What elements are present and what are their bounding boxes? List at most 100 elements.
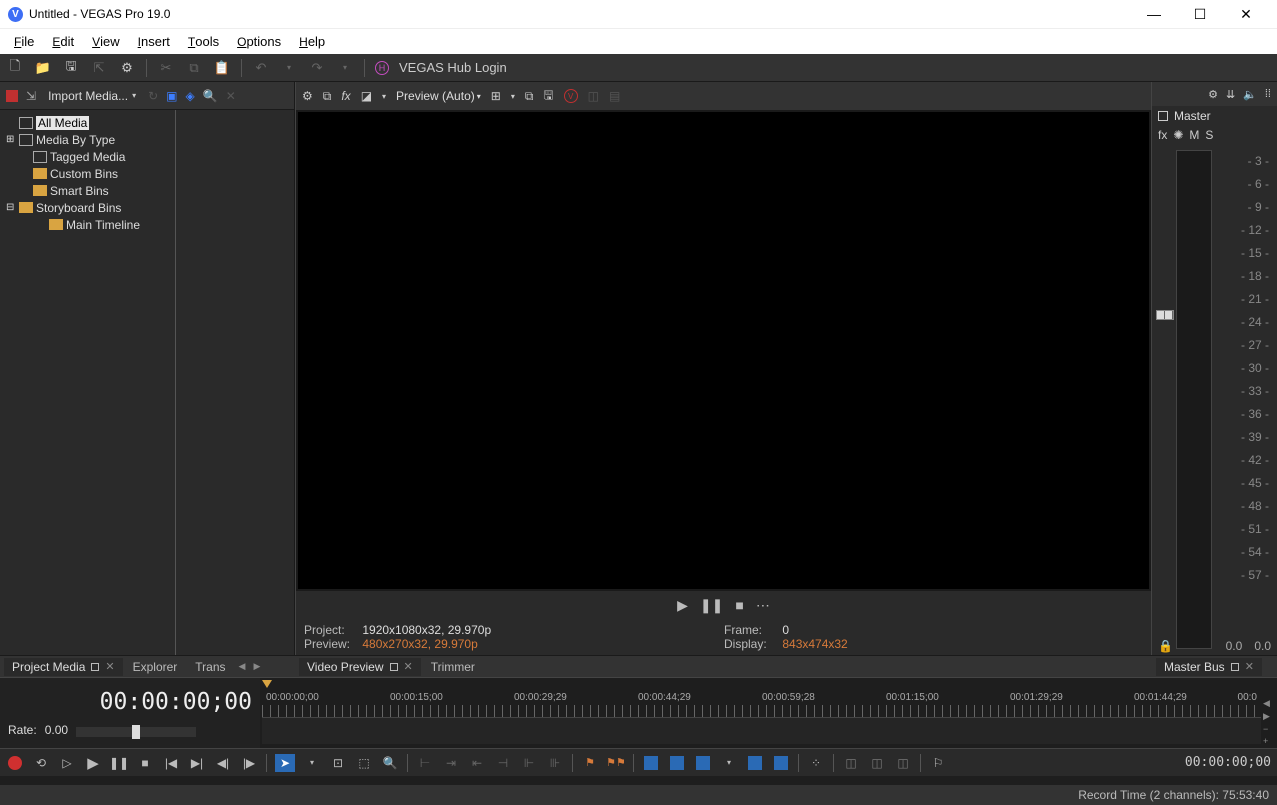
tab-master-bus[interactable]: Master Bus ✕	[1156, 658, 1262, 676]
zoom-out-icon[interactable]: −	[1263, 724, 1275, 734]
maximize-tab-icon[interactable]	[1231, 663, 1239, 671]
tool-dropdown[interactable]: ▾	[303, 758, 321, 767]
tree-media-by-type[interactable]: ⊞ Media By Type	[2, 131, 173, 148]
menu-file[interactable]: File	[6, 32, 42, 51]
scroll-left-icon[interactable]: ◀	[1263, 698, 1275, 709]
tab-transitions[interactable]: Trans	[187, 658, 233, 676]
close-button[interactable]: ✕	[1223, 0, 1269, 28]
vegas-hub-login[interactable]: VEGAS Hub Login	[399, 60, 507, 75]
lock-envelopes-icon[interactable]: ⇤	[468, 756, 486, 770]
minimize-button[interactable]: —	[1131, 0, 1177, 28]
grey-tool-2[interactable]: ◫	[868, 756, 886, 770]
master-fader[interactable]	[1156, 310, 1174, 320]
mixer-properties-icon[interactable]: ⚙	[1208, 88, 1218, 101]
scroll-right-icon[interactable]: ▶	[1263, 711, 1275, 722]
tree-main-timeline[interactable]: Main Timeline	[2, 216, 173, 233]
menu-view[interactable]: View	[84, 32, 128, 51]
media-tree[interactable]: All Media ⊞ Media By Type Tagged Media C…	[0, 110, 175, 237]
flag-icon[interactable]: ⚐	[929, 756, 947, 770]
close-tab-icon[interactable]: ✕	[1245, 660, 1254, 673]
blue-tool-1[interactable]	[642, 756, 660, 770]
tab-video-preview[interactable]: Video Preview ✕	[299, 658, 421, 676]
marker-tool-icon[interactable]: ⚑	[581, 756, 599, 769]
envelope-tool[interactable]: ⬚	[355, 756, 373, 770]
blue-tool-3[interactable]	[694, 756, 712, 770]
media-generators-icon[interactable]: ◈	[186, 89, 195, 103]
normal-edit-tool[interactable]: ➤	[275, 754, 295, 772]
close-tab-icon[interactable]: ✕	[105, 660, 114, 673]
menu-help[interactable]: Help	[291, 32, 333, 51]
tree-smart-bins[interactable]: Smart Bins	[2, 182, 173, 199]
video-fx-icon[interactable]: fx	[341, 89, 350, 103]
previous-frame-button[interactable]: ◀|	[214, 756, 232, 770]
faders-icon[interactable]: ⁞⁞	[1265, 88, 1271, 100]
loop-button[interactable]: ⟲	[32, 756, 50, 770]
lock-icon[interactable]: 🔒	[1158, 639, 1173, 653]
preview-quality-dropdown[interactable]: Preview (Auto) ▾	[396, 89, 481, 103]
maximize-button[interactable]: ☐	[1177, 0, 1223, 28]
go-to-end-button[interactable]: ▶|	[188, 756, 206, 770]
blue-tool-4[interactable]	[746, 756, 764, 770]
stop-button[interactable]: ■	[136, 756, 154, 770]
tree-custom-bins[interactable]: Custom Bins	[2, 165, 173, 182]
rate-slider[interactable]	[76, 727, 196, 737]
collapse-icon[interactable]: ⊟	[6, 202, 16, 213]
play-from-start-button[interactable]: ▷	[58, 756, 76, 770]
selection-tool[interactable]: ⊡	[329, 756, 347, 770]
timeline-tracks[interactable]	[262, 718, 1261, 744]
blue-tool-2[interactable]	[668, 756, 686, 770]
menu-tools[interactable]: Tools	[180, 32, 227, 51]
grey-tool-1[interactable]: ◫	[842, 756, 860, 770]
grey-tool-3[interactable]: ◫	[894, 756, 912, 770]
tree-storyboard-bins[interactable]: ⊟ Storyboard Bins	[2, 199, 173, 216]
suspend-snap-icon[interactable]: ⊣	[494, 756, 512, 770]
menu-options[interactable]: Options	[229, 32, 289, 51]
region-tool-icon[interactable]: ⚑⚑	[607, 756, 625, 769]
save-project-icon[interactable]: 🖫	[62, 59, 80, 77]
zoom-in-icon[interactable]: +	[1263, 736, 1275, 746]
menu-edit[interactable]: Edit	[44, 32, 82, 51]
tree-tagged-media[interactable]: Tagged Media	[2, 148, 173, 165]
maximize-tab-icon[interactable]	[91, 663, 99, 671]
tab-nav-left[interactable]: ◀	[236, 661, 249, 672]
stop-icon[interactable]: ■	[735, 597, 743, 613]
open-project-icon[interactable]: 📁	[34, 59, 52, 77]
timeline-timecode[interactable]: 00:00:00;00	[8, 689, 252, 715]
split-screen-icon[interactable]: ◪	[361, 89, 372, 103]
master-mute-button[interactable]: M	[1189, 128, 1199, 142]
tool-dropdown-2[interactable]: ▾	[720, 758, 738, 767]
quantize-icon[interactable]: ⊪	[546, 756, 564, 770]
dim-output-icon[interactable]: 🔈	[1243, 88, 1257, 101]
auto-ripple-icon[interactable]: ⇥	[442, 756, 460, 770]
automation-icon[interactable]: ⊩	[520, 756, 538, 770]
downmix-icon[interactable]: ⇊	[1226, 88, 1235, 101]
import-icon[interactable]: ⇲	[26, 89, 36, 103]
play-icon[interactable]: ▶	[677, 597, 688, 614]
tab-trimmer[interactable]: Trimmer	[423, 658, 483, 676]
menu-insert[interactable]: Insert	[130, 32, 178, 51]
vegas-icon[interactable]: V	[564, 89, 578, 103]
tab-nav-right[interactable]: ▶	[250, 661, 263, 672]
color-tool-icon[interactable]: ⁘	[807, 756, 825, 770]
tab-explorer[interactable]: Explorer	[125, 658, 186, 676]
next-frame-button[interactable]: |▶	[240, 756, 258, 770]
rate-thumb[interactable]	[132, 725, 140, 739]
preview-properties-icon[interactable]: ⚙	[302, 89, 313, 103]
properties-icon[interactable]: ⚙	[118, 59, 136, 77]
maximize-tab-icon[interactable]	[390, 663, 398, 671]
transport-timecode[interactable]: 00:00:00;00	[1185, 755, 1271, 770]
media-fx-icon[interactable]: ▣	[166, 89, 177, 103]
more-icon[interactable]: ⋯	[756, 597, 770, 614]
zoom-tool[interactable]: 🔍	[381, 756, 399, 770]
search-media-icon[interactable]: 🔍	[203, 89, 218, 103]
save-snapshot-icon[interactable]: 🖫	[543, 86, 553, 107]
record-button[interactable]	[6, 756, 24, 770]
blue-tool-5[interactable]	[772, 756, 790, 770]
cursor-marker[interactable]	[262, 680, 272, 688]
pause-button[interactable]: ❚❚	[110, 756, 128, 770]
tree-all-media[interactable]: All Media	[2, 114, 173, 131]
media-grid[interactable]	[176, 110, 294, 655]
record-icon[interactable]	[6, 90, 18, 102]
timeline-ruler[interactable]: 00:0 00:00:00;0000:00:15;0000:00:29;2900…	[262, 690, 1261, 718]
refresh-icon[interactable]: ↻	[148, 89, 158, 103]
